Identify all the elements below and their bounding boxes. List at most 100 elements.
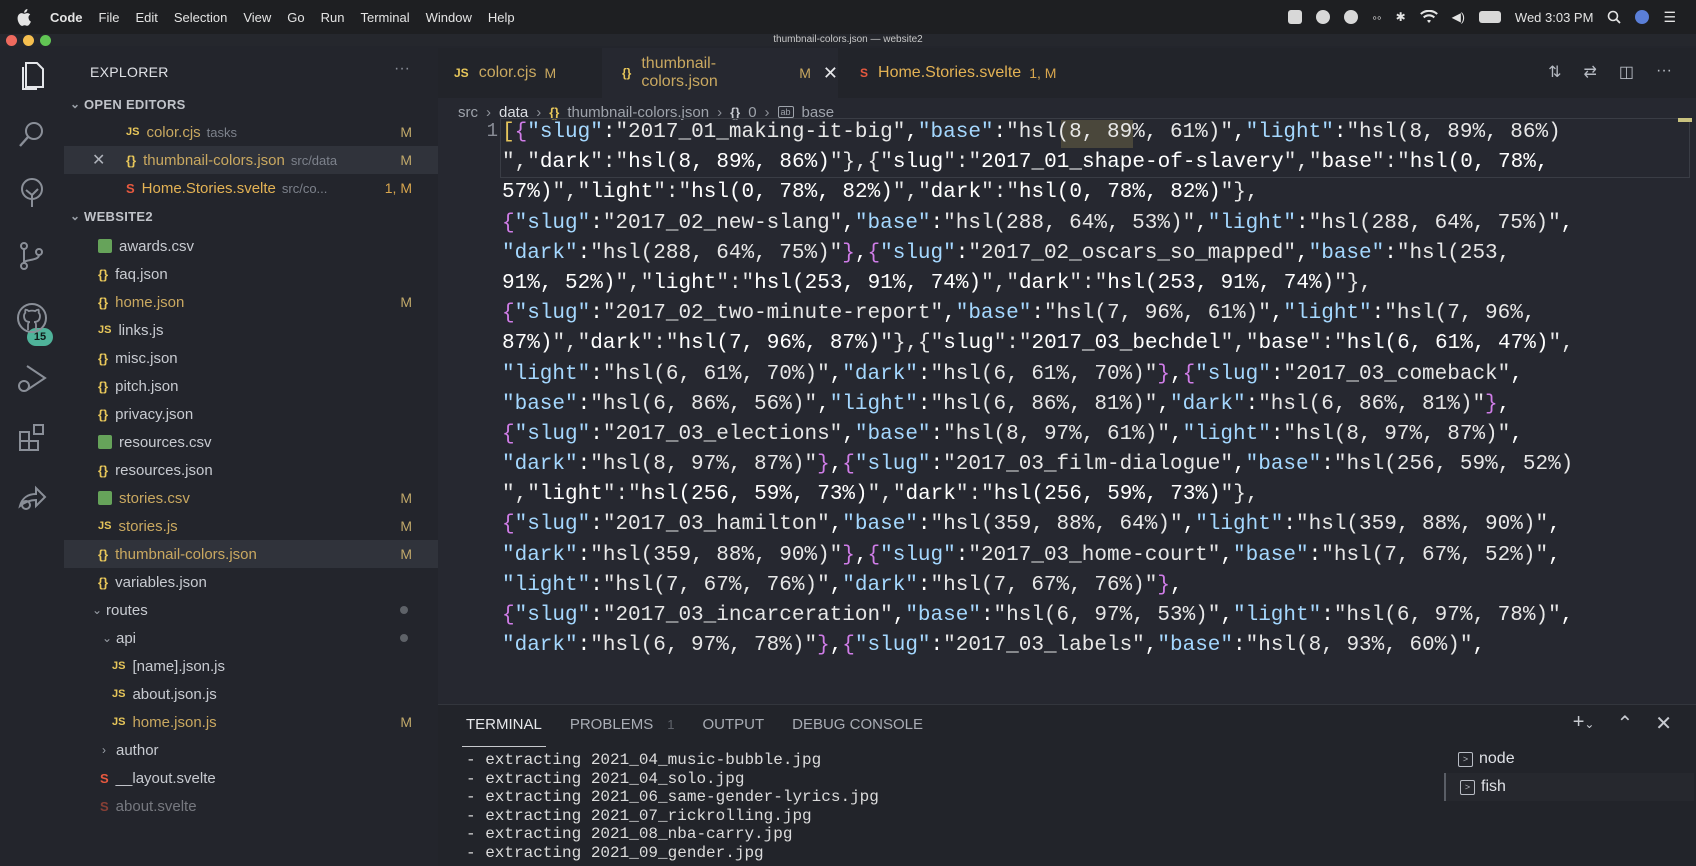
- menu-run[interactable]: Run: [321, 10, 345, 25]
- folder-api[interactable]: ⌄ api: [64, 624, 438, 652]
- file-home-json[interactable]: {} home.json M: [64, 288, 438, 316]
- spotlight-icon[interactable]: [1607, 10, 1622, 24]
- file-awards-csv[interactable]: awards.csv: [64, 232, 438, 260]
- file-misc-json[interactable]: {} misc.json: [64, 344, 438, 372]
- code-line[interactable]: ","dark":"hsl(8, 89%, 86%)"},{"slug":"20…: [502, 148, 1692, 178]
- github-activity[interactable]: [14, 300, 50, 336]
- file-resources-json[interactable]: {} resources.json: [64, 456, 438, 484]
- apple-icon[interactable]: [16, 8, 34, 26]
- code-line[interactable]: 57%)","light":"hsl(0, 78%, 82%)","dark":…: [502, 178, 1692, 208]
- folder-routes[interactable]: ⌄ routes: [64, 596, 438, 624]
- menu-edit[interactable]: Edit: [135, 10, 157, 25]
- open-editor-thumbnail-colors[interactable]: ✕ {} thumbnail-colors.json src/data M: [64, 146, 438, 174]
- menu-help[interactable]: Help: [488, 10, 515, 25]
- bluetooth-icon[interactable]: ✱: [1396, 10, 1406, 24]
- git-changes-icon[interactable]: ⇄: [1583, 62, 1596, 82]
- folder-author[interactable]: › author: [64, 736, 438, 764]
- search-icon: [19, 122, 43, 147]
- wifi-icon[interactable]: [1419, 10, 1438, 24]
- volume-icon[interactable]: ◀): [1452, 10, 1465, 24]
- git-graph-activity[interactable]: [14, 176, 50, 212]
- code-line[interactable]: [{"slug":"2017_01_making-it-big","base":…: [502, 118, 1692, 148]
- tab-terminal[interactable]: TERMINAL: [462, 705, 546, 747]
- file-pitch-json[interactable]: {} pitch.json: [64, 372, 438, 400]
- control-center-icon[interactable]: ☰: [1663, 9, 1676, 26]
- tab-output[interactable]: OUTPUT: [702, 705, 764, 743]
- file-about-svelte[interactable]: Sabout.svelte: [64, 792, 438, 820]
- tab-close-icon[interactable]: ✕: [823, 63, 838, 84]
- file-resources-csv[interactable]: resources.csv: [64, 428, 438, 456]
- code-line[interactable]: {"slug":"2017_03_incarceration","base":"…: [502, 601, 1692, 631]
- glasses-icon[interactable]: ◦◦: [1372, 10, 1381, 25]
- code-line[interactable]: "light":"hsl(6, 61%, 70%)","dark":"hsl(6…: [502, 360, 1692, 390]
- more-actions-icon[interactable]: ···: [394, 60, 410, 78]
- terminal-fish[interactable]: > fish: [1444, 773, 1694, 801]
- tab-color-cjs[interactable]: JS color.cjs M: [454, 48, 602, 98]
- close-panel-icon[interactable]: ✕: [1655, 711, 1672, 736]
- code-line[interactable]: "base":"hsl(6, 86%, 56%)","light":"hsl(6…: [502, 390, 1692, 420]
- compare-changes-icon[interactable]: ⇅: [1548, 62, 1561, 82]
- tab-home-stories-svelte[interactable]: S Home.Stories.svelte 1, M: [848, 48, 1078, 98]
- file-thumbnail-colors-json[interactable]: {} thumbnail-colors.json M: [64, 540, 438, 568]
- new-terminal-icon[interactable]: +⌄: [1573, 711, 1595, 736]
- file-faq-json[interactable]: {} faq.json: [64, 260, 438, 288]
- code-line[interactable]: {"slug":"2017_03_elections","base":"hsl(…: [502, 420, 1692, 450]
- file-home-json-js[interactable]: JS home.json.js M: [64, 708, 438, 736]
- file-layout-svelte[interactable]: S __layout.svelte: [64, 764, 438, 792]
- code-line[interactable]: "dark":"hsl(359, 88%, 90%)"},{"slug":"20…: [502, 541, 1692, 571]
- breadcrumb-src[interactable]: src: [458, 104, 478, 121]
- live-share-activity[interactable]: [14, 480, 50, 516]
- battery-icon[interactable]: [1478, 11, 1501, 23]
- code-line[interactable]: ","light":"hsl(256, 59%, 73%)","dark":"h…: [502, 480, 1692, 510]
- tab-debug-console[interactable]: DEBUG CONSOLE: [792, 705, 923, 743]
- menubar-clock[interactable]: Wed 3:03 PM: [1515, 10, 1594, 25]
- code-line[interactable]: {"slug":"2017_02_new-slang","base":"hsl(…: [502, 209, 1692, 239]
- menu-selection[interactable]: Selection: [174, 10, 227, 25]
- file-variables-json[interactable]: {} variables.json: [64, 568, 438, 596]
- modified-dot: [400, 606, 408, 614]
- menu-terminal[interactable]: Terminal: [361, 10, 410, 25]
- code-line[interactable]: {"slug":"2017_02_two-minute-report","bas…: [502, 299, 1692, 329]
- user-avatar-icon[interactable]: [1635, 10, 1650, 24]
- maximize-panel-icon[interactable]: ⌃: [1616, 711, 1633, 736]
- open-editors-header[interactable]: ⌄ OPEN EDITORS: [64, 90, 438, 118]
- record-status-icon[interactable]: [1316, 10, 1331, 24]
- extensions-activity[interactable]: [14, 420, 50, 456]
- menu-view[interactable]: View: [243, 10, 271, 25]
- open-editor-color-cjs[interactable]: JS color.cjs tasks M: [64, 118, 438, 146]
- code-line[interactable]: 91%, 52%)","light":"hsl(253, 91%, 74%)",…: [502, 269, 1692, 299]
- file-about-json-js[interactable]: JS about.json.js: [64, 680, 438, 708]
- source-control-activity[interactable]: [14, 238, 50, 274]
- close-icon[interactable]: ✕: [92, 150, 105, 170]
- file-links-js[interactable]: JS links.js: [64, 316, 438, 344]
- tab-thumbnail-colors-json[interactable]: {} thumbnail-colors.json M ✕: [602, 48, 838, 98]
- code-text[interactable]: [{"slug":"2017_01_making-it-big","base":…: [502, 118, 1692, 700]
- terminal-node[interactable]: > node: [1444, 745, 1694, 773]
- code-line[interactable]: "dark":"hsl(6, 97%, 78%)"},{"slug":"2017…: [502, 631, 1692, 661]
- file-privacy-json[interactable]: {} privacy.json: [64, 400, 438, 428]
- code-line[interactable]: "dark":"hsl(288, 64%, 75%)"},{"slug":"20…: [502, 239, 1692, 269]
- workspace-header[interactable]: ⌄ WEBSITE2: [64, 202, 438, 230]
- menu-go[interactable]: Go: [287, 10, 304, 25]
- file-stories-js[interactable]: JS stories.js M: [64, 512, 438, 540]
- menu-code[interactable]: Code: [50, 10, 83, 25]
- split-editor-icon[interactable]: ◫: [1619, 62, 1634, 82]
- more-actions-icon[interactable]: ···: [1656, 62, 1672, 82]
- file-stories-csv[interactable]: stories.csv M: [64, 484, 438, 512]
- search-activity[interactable]: [14, 116, 50, 152]
- terminal-output[interactable]: - extracting 2021_04_music-bubble.jpg - e…: [466, 751, 879, 863]
- code-line[interactable]: 87%)","dark":"hsl(7, 96%, 87%)"},{"slug"…: [502, 329, 1692, 359]
- code-line[interactable]: "light":"hsl(7, 67%, 76%)","dark":"hsl(7…: [502, 571, 1692, 601]
- file-name: stories.csv: [119, 489, 190, 507]
- file-name-json-js[interactable]: JS [name].json.js: [64, 652, 438, 680]
- menu-window[interactable]: Window: [426, 10, 472, 25]
- camera-status-icon[interactable]: [1288, 10, 1303, 24]
- code-line[interactable]: {"slug":"2017_03_hamilton","base":"hsl(3…: [502, 510, 1692, 540]
- open-editor-home-stories[interactable]: S Home.Stories.svelte src/co... 1, M: [64, 174, 438, 202]
- run-debug-activity[interactable]: [14, 360, 50, 396]
- code-line[interactable]: "dark":"hsl(8, 97%, 87%)"},{"slug":"2017…: [502, 450, 1692, 480]
- menu-file[interactable]: File: [99, 10, 120, 25]
- explorer-activity[interactable]: [14, 58, 50, 94]
- tab-problems[interactable]: PROBLEMS 1: [570, 705, 675, 743]
- info-status-icon[interactable]: [1344, 10, 1359, 24]
